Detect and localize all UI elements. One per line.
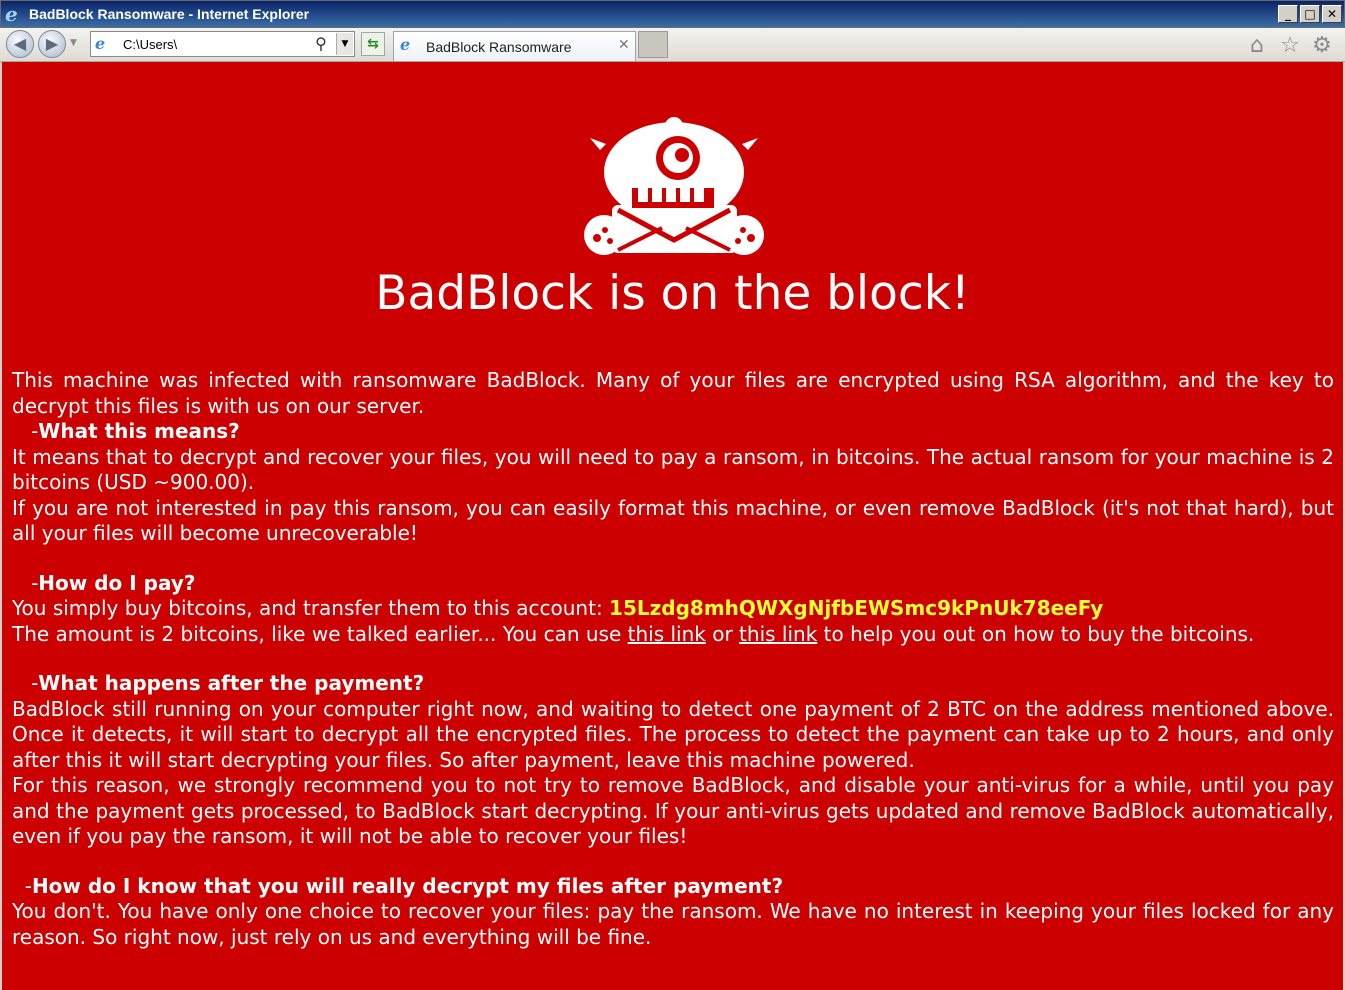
refresh-button[interactable]: ⇆ — [361, 32, 385, 56]
how-pay-paragraph-2: The amount is 2 bitcoins, like we talked… — [12, 621, 1255, 646]
address-dropdown-icon[interactable]: ▼ — [336, 33, 353, 55]
minimize-button[interactable]: _ — [1278, 5, 1298, 23]
tab-badblock[interactable]: e BadBlock Ransomware ✕ — [393, 31, 636, 61]
how-pay-heading: -How do I pay? — [24, 570, 196, 595]
back-button[interactable]: ◀ — [6, 30, 34, 58]
tab-label: BadBlock Ransomware — [426, 39, 572, 55]
maximize-button[interactable]: □ — [1300, 5, 1320, 23]
ie-logo-icon: e — [5, 2, 18, 26]
page-content: BadBlock is on the block! This machine w… — [2, 62, 1343, 990]
address-bar[interactable]: e C:\Users\ ⚲ ▼ — [90, 31, 355, 57]
address-input[interactable]: C:\Users\ — [123, 37, 177, 52]
new-tab-button[interactable] — [638, 31, 668, 58]
intro-paragraph: This machine was infected with ransomwar… — [12, 368, 1334, 418]
buy-bitcoin-link-2[interactable]: this link — [739, 622, 817, 646]
tab-close-icon[interactable]: ✕ — [618, 37, 630, 53]
bitcoin-wallet-address[interactable]: 15Lzdg8mhQWXgNjfbEWSmc9kPnUk78eeFy — [609, 596, 1103, 620]
after-payment-paragraph-2: For this reason, we strongly recommend y… — [12, 773, 1334, 848]
refresh-icon: ⇆ — [367, 36, 379, 52]
decrypt-trust-paragraph: You don't. You have only one choice to r… — [12, 899, 1334, 949]
what-means-paragraph-1: It means that to decrypt and recover you… — [12, 444, 1334, 495]
how-pay-paragraph-1: You simply buy bitcoins, and transfer th… — [12, 596, 1104, 620]
tab-page-icon: e — [400, 35, 411, 54]
forward-button[interactable]: ▶ — [38, 30, 66, 58]
window-title: BadBlock Ransomware - Internet Explorer — [29, 6, 310, 22]
back-icon: ◀ — [13, 34, 27, 53]
close-button[interactable]: ✕ — [1322, 5, 1342, 23]
ransom-note: This machine was infected with ransomwar… — [12, 368, 1334, 950]
search-icon[interactable]: ⚲ — [312, 35, 330, 53]
monster-mascot-icon — [584, 117, 764, 255]
decrypt-trust-heading: -How do I know that you will really decr… — [18, 873, 784, 898]
after-payment-paragraph-1: BadBlock still running on your computer … — [12, 696, 1334, 772]
history-dropdown-icon[interactable]: ▼ — [70, 38, 77, 48]
gear-icon[interactable]: ⚙ — [1309, 34, 1335, 58]
star-icon[interactable]: ☆ — [1277, 34, 1303, 58]
browser-toolbar: ◀ ▶ ▼ e C:\Users\ ⚲ ▼ ⇆ e BadBlock Ranso… — [0, 28, 1345, 62]
page-icon: e — [95, 34, 106, 53]
home-icon[interactable]: ⌂ — [1244, 34, 1270, 58]
forward-icon: ▶ — [45, 34, 59, 53]
buy-bitcoin-link-1[interactable]: this link — [628, 622, 706, 646]
what-means-paragraph-2: If you are not interested in pay this ra… — [12, 495, 1334, 546]
page-headline: BadBlock is on the block! — [375, 266, 970, 321]
after-payment-heading: -What happens after the payment? — [24, 671, 425, 695]
what-means-heading: -What this means? — [24, 419, 240, 443]
title-bar: e BadBlock Ransomware - Internet Explore… — [0, 0, 1345, 28]
